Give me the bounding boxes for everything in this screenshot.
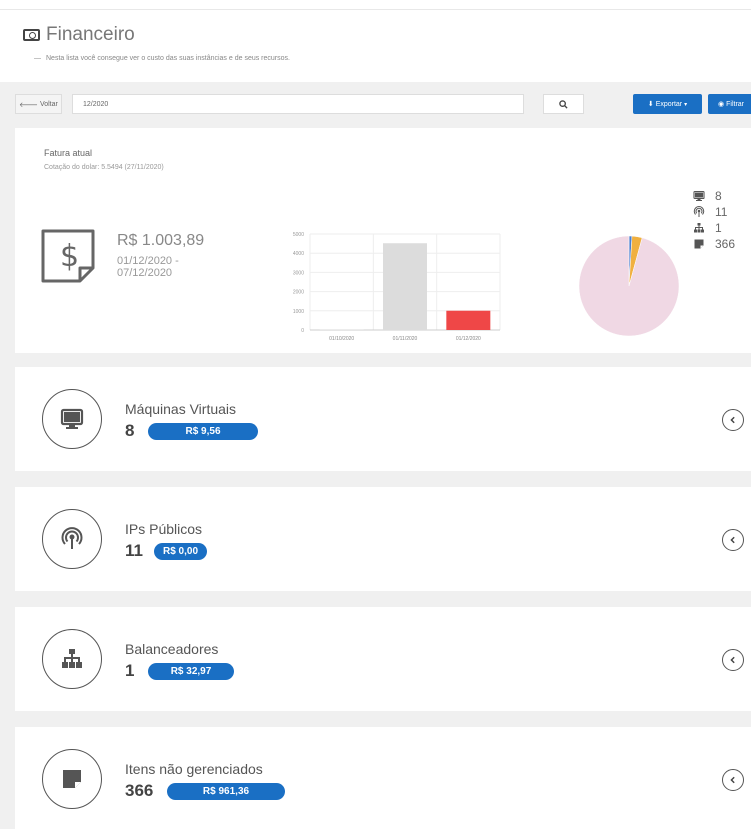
download-icon: ⬇ [647, 101, 654, 108]
note-icon [694, 239, 704, 249]
resource-name: Máquinas Virtuais [125, 401, 237, 417]
resource-count: 366 [125, 781, 154, 800]
resource-count: 11 [125, 541, 143, 560]
resource-name: Itens não gerenciados [125, 761, 263, 777]
resource-icon-circle [42, 749, 102, 809]
invoice-total: R$ 1.003,89 [117, 232, 205, 249]
subtitle-text: Nesta lista você consegue ver o custo da… [46, 55, 290, 62]
filter-icon: ◉ [718, 101, 725, 108]
resource-name: Balanceadores [125, 641, 219, 657]
pie-slice [578, 235, 680, 337]
legend-item: 11 [693, 204, 735, 220]
resource-count: 1 [125, 661, 135, 680]
broadcast-icon [61, 527, 83, 549]
chevron-left-icon [730, 776, 735, 784]
filter-label: Filtrar [726, 100, 744, 108]
expand-button[interactable] [722, 409, 744, 431]
y-tick-label: 2000 [293, 290, 304, 296]
chevron-left-icon [730, 536, 735, 544]
sitemap-icon [694, 223, 704, 233]
back-button[interactable]: 🡐 Voltar [15, 94, 62, 114]
page-subtitle: — Nesta lista você consegue ver o custo d… [34, 55, 290, 62]
top-bar [0, 0, 751, 10]
expand-button[interactable] [722, 769, 744, 791]
x-tick-label: 01/10/2020 [329, 336, 354, 342]
resource-cost-badge: R$ 9,56 [148, 423, 258, 440]
legend-value: 366 [715, 237, 736, 251]
search-button[interactable] [543, 94, 584, 114]
title-row: Financeiro [23, 24, 135, 46]
legend-item: 8 [693, 188, 735, 204]
bar [383, 243, 427, 330]
monthly-cost-bar-chart: 0 1000 2000 3000 4000 5000 01/10/2020 01/11/202… [293, 232, 501, 342]
note-icon [63, 770, 81, 788]
legend-item: 1 [693, 220, 735, 236]
x-tick-label: 01/12/2020 [456, 336, 481, 342]
invoice-title: Fatura atual [44, 148, 93, 158]
svg-text:$: $ [60, 239, 79, 274]
resource-cost-pie-chart [578, 235, 680, 337]
export-button[interactable]: ⬇ Exportar ▾ [633, 94, 702, 114]
chevron-left-icon [730, 656, 735, 664]
caret-down-icon: ▾ [684, 101, 688, 108]
arrow-left-icon: 🡐 [19, 101, 38, 109]
resource-icon-circle [42, 629, 102, 689]
resource-legend: 8 11 1 366 [693, 188, 735, 252]
invoice-dollar-icon: $ [41, 229, 95, 283]
exchange-rate: Cotação do dolar: 5.5494 (27/11/2020) [44, 164, 164, 171]
monitor-icon [693, 190, 705, 201]
resource-name: IPs Públicos [125, 521, 203, 537]
y-tick-label: 4000 [293, 251, 304, 257]
resource-card[interactable]: Máquinas Virtuais 8 R$ 9,56 [15, 367, 751, 471]
sitemap-icon [62, 649, 82, 668]
resource-cost-badge: R$ 961,36 [167, 783, 285, 800]
legend-icon-wrap [693, 222, 705, 234]
resource-icon-circle [42, 389, 102, 449]
resource-cost-badge: R$ 32,97 [148, 663, 234, 680]
back-label: Voltar [39, 100, 58, 108]
invoice-period: 01/12/2020 - 07/12/2020 [117, 255, 179, 279]
chevron-left-icon [730, 416, 735, 424]
y-tick-label: 1000 [293, 309, 304, 315]
search-icon [559, 99, 568, 109]
legend-value: 11 [715, 205, 728, 219]
y-tick-label: 0 [301, 328, 304, 334]
legend-item: 366 [693, 236, 735, 252]
legend-value: 8 [715, 189, 722, 203]
page-title: Financeiro [46, 24, 135, 45]
broadcast-icon [693, 206, 705, 217]
resource-count: 8 [125, 421, 135, 440]
x-tick-label: 01/11/2020 [393, 336, 418, 342]
expand-button[interactable] [722, 649, 744, 671]
legend-icon-wrap [693, 206, 705, 218]
export-label: Exportar [655, 100, 683, 108]
period-input[interactable]: 12/2020 [72, 94, 524, 114]
invoice-summary-card: Fatura atual Cotação do dolar: 5.5494 (2… [15, 128, 751, 353]
toolbar: 🡐 Voltar 12/2020 ⬇ Exportar ▾ ◉ Filtrar [0, 88, 751, 122]
legend-icon-wrap [693, 190, 705, 202]
legend-value: 1 [715, 221, 722, 235]
money-icon [23, 29, 40, 41]
page-header: Financeiro — Nesta lista você consegue ve… [0, 10, 751, 82]
resource-card[interactable]: Itens não gerenciados 366 R$ 961,36 [15, 727, 751, 829]
resource-card[interactable]: IPs Públicos 11 R$ 0,00 [15, 487, 751, 591]
resource-card[interactable]: Balanceadores 1 R$ 32,97 [15, 607, 751, 711]
resource-icon-circle [42, 509, 102, 569]
legend-icon-wrap [693, 238, 705, 250]
bar [446, 310, 491, 330]
resource-cost-badge: R$ 0,00 [154, 543, 207, 560]
monitor-icon [60, 408, 84, 429]
y-tick-label: 3000 [293, 270, 304, 276]
y-tick-label: 5000 [293, 232, 304, 238]
subtitle-dash: — [34, 55, 41, 62]
expand-button[interactable] [722, 529, 744, 551]
filter-button[interactable]: ◉ Filtrar [708, 94, 751, 114]
